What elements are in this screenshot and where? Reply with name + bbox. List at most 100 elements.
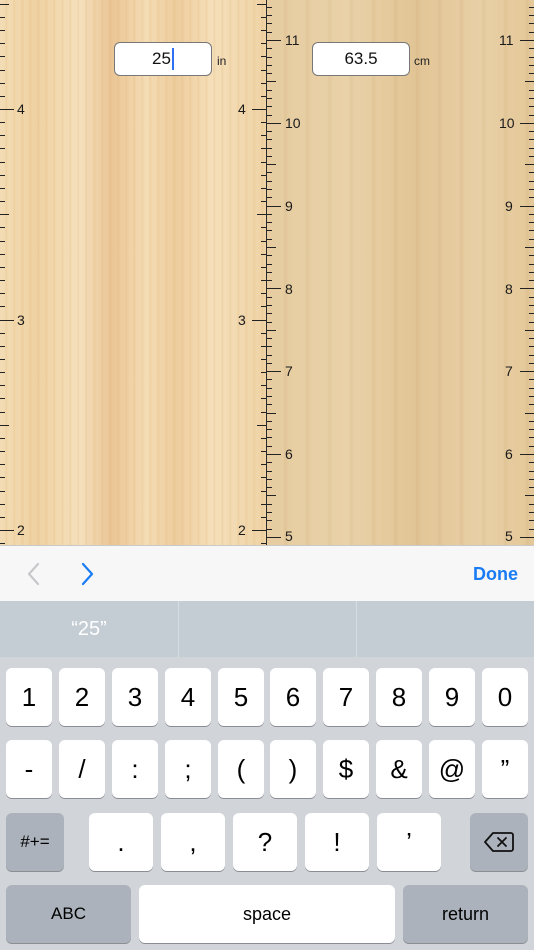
ruler-tick bbox=[267, 330, 276, 331]
key-slash[interactable]: / bbox=[59, 740, 105, 798]
key-5[interactable]: 5 bbox=[218, 668, 264, 726]
ruler-tick bbox=[267, 346, 272, 347]
key-exclamation[interactable]: ! bbox=[305, 813, 369, 871]
inches-unit-label: in bbox=[217, 54, 227, 68]
ruler-tick bbox=[267, 379, 272, 380]
ruler-tick bbox=[0, 333, 5, 334]
cm-label-6-right: 6 bbox=[505, 446, 513, 462]
ruler-tick bbox=[267, 479, 272, 480]
ruler-tick bbox=[520, 371, 534, 372]
ruler-tick bbox=[267, 81, 276, 82]
suggestion-item[interactable] bbox=[357, 601, 534, 657]
key-7[interactable]: 7 bbox=[323, 668, 369, 726]
inches-ruler-panel: 4 3 2 4 3 2 25 in bbox=[0, 0, 266, 545]
key-semicolon[interactable]: ; bbox=[165, 740, 211, 798]
ruler-tick bbox=[529, 379, 534, 380]
return-key[interactable]: return bbox=[403, 885, 528, 943]
key-comma[interactable]: , bbox=[161, 813, 225, 871]
chevron-right-icon[interactable] bbox=[76, 562, 100, 586]
ruler-tick bbox=[267, 40, 281, 41]
key-period[interactable]: . bbox=[89, 813, 153, 871]
ruler-tick bbox=[529, 15, 534, 16]
ruler-tick bbox=[529, 363, 534, 364]
ruler-tick bbox=[529, 346, 534, 347]
ruler-tick bbox=[0, 188, 5, 189]
ruler-tick bbox=[267, 462, 272, 463]
centimeters-input[interactable]: 63.5 bbox=[312, 42, 410, 76]
suggestion-item[interactable] bbox=[179, 601, 356, 657]
ruler-tick bbox=[267, 197, 272, 198]
key-9[interactable]: 9 bbox=[429, 668, 475, 726]
ruler-tick bbox=[267, 537, 281, 538]
ruler-tick bbox=[529, 355, 534, 356]
ruler-tick bbox=[0, 56, 5, 57]
ruler-tick bbox=[529, 57, 534, 58]
key-close-paren[interactable]: ) bbox=[270, 740, 316, 798]
more-symbols-key[interactable]: #+= bbox=[6, 813, 64, 871]
ruler-tick bbox=[267, 131, 272, 132]
ruler-tick bbox=[267, 115, 272, 116]
ruler-tick bbox=[0, 214, 9, 215]
ruler-tick bbox=[0, 109, 14, 110]
ruler-tick bbox=[267, 495, 276, 496]
ruler-tick bbox=[520, 288, 534, 289]
cm-label-10-right: 10 bbox=[499, 115, 515, 131]
ruler-tick bbox=[267, 48, 272, 49]
abc-key[interactable]: ABC bbox=[6, 885, 131, 943]
ruler-tick bbox=[267, 214, 272, 215]
ruler-tick bbox=[0, 4, 9, 5]
ruler-tick bbox=[257, 425, 266, 426]
ruler-tick bbox=[529, 255, 534, 256]
ruler-tick bbox=[529, 504, 534, 505]
ruler-tick bbox=[529, 98, 534, 99]
ruler-tick bbox=[520, 537, 534, 538]
key-hyphen[interactable]: - bbox=[6, 740, 52, 798]
ruler-tick bbox=[267, 288, 281, 289]
key-open-paren[interactable]: ( bbox=[218, 740, 264, 798]
ruler-tick bbox=[529, 156, 534, 157]
key-at[interactable]: @ bbox=[429, 740, 475, 798]
cm-label-11: 11 bbox=[285, 32, 300, 48]
ruler-tick bbox=[267, 421, 272, 422]
cm-label-7: 7 bbox=[285, 363, 293, 379]
ruler-tick bbox=[267, 123, 281, 124]
key-quote[interactable]: ” bbox=[482, 740, 528, 798]
inches-input[interactable]: 25 bbox=[114, 42, 212, 76]
done-button[interactable]: Done bbox=[473, 564, 518, 585]
ruler-tick bbox=[0, 122, 5, 123]
backspace-key[interactable] bbox=[470, 813, 528, 871]
ruler-tick bbox=[267, 148, 272, 149]
key-question[interactable]: ? bbox=[233, 813, 297, 871]
ruler-tick bbox=[0, 96, 5, 97]
ruler-tick bbox=[0, 398, 5, 399]
key-ampersand[interactable]: & bbox=[376, 740, 422, 798]
ruler-tick bbox=[0, 517, 5, 518]
ruler-tick bbox=[529, 197, 534, 198]
ruler-tick bbox=[525, 81, 534, 82]
ruler-tick bbox=[267, 164, 276, 165]
ruler-tick bbox=[0, 451, 5, 452]
ruler-tick bbox=[252, 109, 266, 110]
chevron-left-icon[interactable] bbox=[21, 562, 45, 586]
ruler-tick bbox=[529, 471, 534, 472]
ruler-tick bbox=[0, 425, 9, 426]
key-8[interactable]: 8 bbox=[376, 668, 422, 726]
key-dollar[interactable]: $ bbox=[323, 740, 369, 798]
ruler-tick bbox=[525, 330, 534, 331]
ruler-tick bbox=[529, 222, 534, 223]
ruler-tick bbox=[529, 404, 534, 405]
inch-label-4: 4 bbox=[17, 101, 25, 117]
key-1[interactable]: 1 bbox=[6, 668, 52, 726]
key-0[interactable]: 0 bbox=[482, 668, 528, 726]
ruler-tick bbox=[267, 305, 272, 306]
ruler-tick bbox=[267, 280, 272, 281]
key-colon[interactable]: : bbox=[112, 740, 158, 798]
key-apostrophe[interactable]: ’ bbox=[377, 813, 441, 871]
key-4[interactable]: 4 bbox=[165, 668, 211, 726]
space-key[interactable]: space bbox=[139, 885, 395, 943]
key-3[interactable]: 3 bbox=[112, 668, 158, 726]
suggestion-item[interactable]: “25” bbox=[0, 601, 178, 657]
key-6[interactable]: 6 bbox=[270, 668, 316, 726]
key-2[interactable]: 2 bbox=[59, 668, 105, 726]
ruler-tick bbox=[267, 471, 272, 472]
